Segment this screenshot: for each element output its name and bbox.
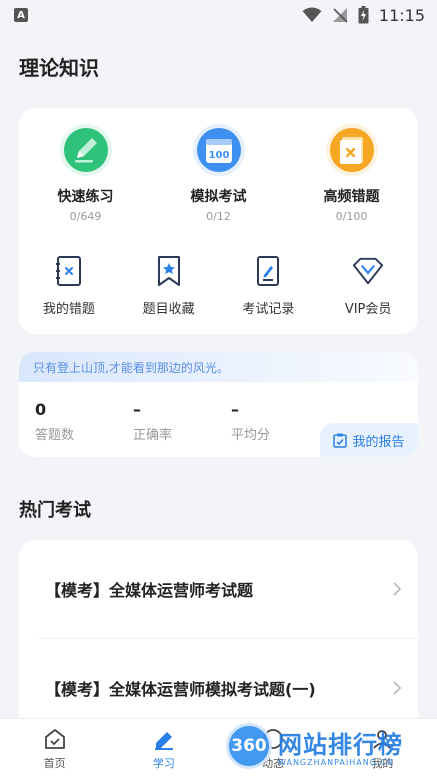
stat-label: 答题数 [35, 428, 75, 443]
stat-label: 正确率 [133, 428, 173, 443]
tab-home[interactable]: 首页 [0, 719, 109, 776]
battery-icon [358, 6, 369, 24]
stat-answered: 0 答题数 [19, 400, 117, 443]
feature-count: 0/649 [69, 210, 102, 223]
status-right: 11:15 [302, 6, 425, 25]
bookmark-star-icon [153, 254, 185, 288]
tab-study[interactable]: 学习 [109, 719, 218, 776]
vip-diamond-icon [352, 254, 384, 288]
wrong-book-icon [329, 128, 374, 172]
watermark-main: 网站排行榜 [278, 731, 403, 759]
exam-title: 【模考】全媒体运营师模拟考试题(一) [45, 680, 316, 699]
feature-count: 0/12 [206, 210, 231, 223]
watermark-logo: 360 [226, 723, 272, 769]
feature-mock-exam[interactable]: 100 模拟考试 0/12 [152, 124, 285, 223]
pencil-icon [63, 128, 108, 172]
tool-vip[interactable]: VIP会员 [318, 254, 418, 317]
stats-card: 只有登上山顶,才能看到那边的风光。 0 答题数 – 正确率 – 平均分 我的报告 [19, 352, 418, 457]
exam-item[interactable]: 【模考】全媒体运营师考试题 [19, 540, 418, 638]
study-icon [154, 732, 173, 750]
stat-label: 平均分 [231, 428, 271, 443]
tab-label: 学习 [152, 757, 175, 770]
stat-value: – [133, 400, 141, 419]
status-time: 11:15 [378, 5, 425, 25]
feature-label: 高频错题 [323, 189, 380, 205]
no-signal-icon [332, 8, 348, 23]
report-icon [333, 433, 348, 448]
tool-label: VIP会员 [344, 302, 392, 317]
calendar-100-icon: 100 [196, 128, 241, 172]
app-notification-icon: A [14, 8, 28, 22]
feature-frequent-mistakes[interactable]: 高频错题 0/100 [285, 124, 418, 223]
watermark-sub: WANGZHANPAIHANG.CN [278, 758, 395, 767]
stats-row: 0 答题数 – 正确率 – 平均分 [19, 400, 313, 443]
my-report-label: 我的报告 [352, 434, 405, 450]
home-icon [44, 729, 65, 749]
page-title: 理论知识 [19, 56, 99, 80]
wrong-notebook-icon [53, 254, 85, 288]
tool-exam-records[interactable]: 考试记录 [219, 254, 319, 317]
chevron-right-icon [393, 582, 402, 596]
feature-label: 快速练习 [57, 189, 114, 205]
stat-average: – 平均分 [215, 400, 313, 443]
motto-banner: 只有登上山顶,才能看到那边的风光。 [19, 352, 418, 382]
tool-label: 我的错题 [42, 302, 95, 317]
tool-my-mistakes[interactable]: 我的错题 [19, 254, 119, 317]
my-report-button[interactable]: 我的报告 [320, 423, 418, 457]
exam-title: 【模考】全媒体运营师考试题 [45, 581, 254, 600]
tab-label: 首页 [43, 757, 66, 770]
wifi-icon [302, 7, 322, 22]
feature-quick-practice[interactable]: 快速练习 0/649 [19, 124, 152, 223]
watermark: 360 网站排行榜 WANGZHANPAIHANG.CN [226, 716, 437, 776]
feature-frequent-mistakes-badge [325, 124, 378, 176]
tool-label: 考试记录 [242, 302, 295, 317]
hot-exams-card: 【模考】全媒体运营师考试题 【模考】全媒体运营师模拟考试题(一) [19, 540, 418, 740]
feature-quick-practice-badge [59, 124, 112, 176]
status-left: A [14, 8, 28, 22]
tool-favorites[interactable]: 题目收藏 [119, 254, 219, 317]
stat-value: 0 [35, 400, 47, 419]
feature-card: 快速练习 0/649 100 模拟考试 0/12 高频错题 0/100 我的错题… [19, 108, 418, 334]
stat-accuracy: – 正确率 [117, 400, 215, 443]
stat-value: – [231, 400, 239, 419]
chevron-right-icon [393, 681, 402, 695]
tool-row: 我的错题 题目收藏 考试记录 VIP会员 [19, 254, 418, 317]
exam-record-icon [252, 254, 284, 288]
feature-label: 模拟考试 [190, 189, 247, 205]
feature-mock-exam-badge: 100 [192, 124, 245, 176]
watermark-text: 网站排行榜 WANGZHANPAIHANG.CN [278, 725, 403, 767]
svg-text:100: 100 [208, 150, 229, 161]
feature-count: 0/100 [335, 210, 368, 223]
hot-exams-title: 热门考试 [19, 500, 91, 521]
tool-label: 题目收藏 [142, 302, 195, 317]
status-bar: A 11:15 [0, 0, 437, 30]
feature-row: 快速练习 0/649 100 模拟考试 0/12 高频错题 0/100 [19, 124, 418, 223]
